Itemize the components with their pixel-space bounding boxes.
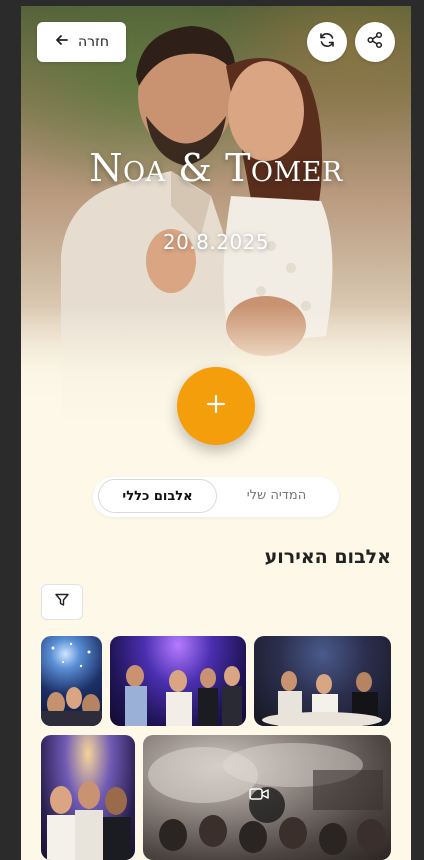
share-icon [366, 31, 384, 53]
add-media-button[interactable] [177, 367, 255, 445]
gallery-item[interactable] [110, 636, 246, 726]
arrow-left-icon [54, 32, 70, 52]
filter-button[interactable] [41, 584, 83, 620]
album-tabs: אלבום כללי המדיה שלי [93, 477, 339, 517]
share-button[interactable] [355, 22, 395, 62]
couple-names-title: Noa & Tomer [89, 146, 343, 190]
gallery-item[interactable] [41, 735, 135, 860]
event-album-screen: Noa & Tomer 20.8.2025 חזרה אלבום כללי המ… [21, 6, 411, 860]
back-button[interactable]: חזרה [37, 22, 126, 62]
plus-icon [205, 393, 227, 419]
back-button-label: חזרה [77, 34, 110, 50]
refresh-button[interactable] [307, 22, 347, 62]
hero-cover: Noa & Tomer 20.8.2025 [21, 6, 411, 426]
gallery-item[interactable] [254, 636, 391, 726]
event-date: 20.8.2025 [162, 230, 270, 254]
gallery-video-item[interactable] [143, 735, 391, 860]
gallery-item[interactable] [41, 636, 102, 726]
tab-general-album[interactable]: אלבום כללי [98, 479, 217, 513]
filter-icon [54, 592, 70, 612]
tab-my-media[interactable]: המדיה שלי [219, 479, 334, 511]
video-badge [249, 787, 285, 823]
section-title: אלבום האירוע [264, 546, 391, 568]
refresh-icon [318, 31, 336, 53]
